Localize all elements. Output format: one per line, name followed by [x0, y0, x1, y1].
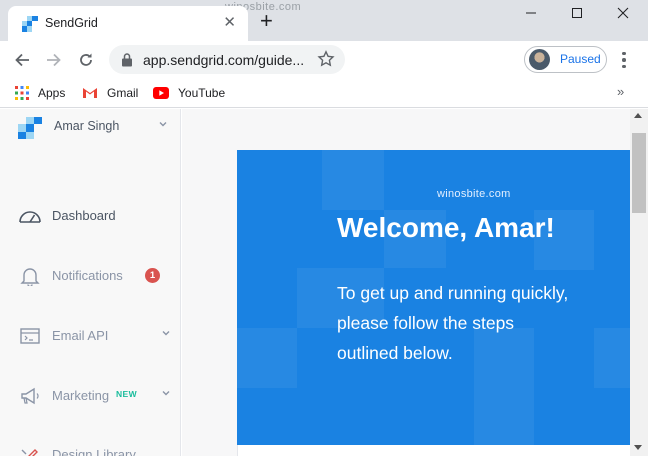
maximize-button[interactable]	[562, 4, 592, 22]
gmail-icon	[83, 88, 97, 98]
welcome-message-line: To get up and running quickly,	[337, 283, 569, 303]
address-bar[interactable]: app.sendgrid.com/guide...	[109, 45, 345, 74]
main-content: winosbite.com Welcome, Amar! To get up a…	[182, 109, 630, 456]
bookmark-youtube-label: YouTube	[178, 86, 226, 100]
sidebar-item-email-api[interactable]: Email API	[18, 324, 178, 348]
window-close-button[interactable]	[608, 4, 638, 22]
minimize-button[interactable]	[516, 4, 546, 22]
welcome-message-line: please follow the steps	[337, 313, 515, 333]
bookmark-apps[interactable]: Apps	[15, 83, 65, 103]
tab-title: SendGrid	[45, 16, 98, 30]
reload-icon	[80, 53, 92, 66]
tab-strip: winosbite.com SendGrid ✕ +	[0, 0, 648, 41]
arrow-right-icon	[47, 53, 61, 67]
account-switcher[interactable]: Amar Singh	[18, 117, 168, 139]
megaphone-icon	[21, 387, 39, 405]
new-tag: NEW	[116, 389, 138, 399]
lock-icon	[122, 53, 132, 67]
account-name: Amar Singh	[54, 119, 120, 133]
welcome-banner: winosbite.com Welcome, Amar! To get up a…	[237, 150, 630, 445]
close-tab-icon[interactable]: ✕	[223, 14, 236, 32]
youtube-icon	[153, 87, 169, 99]
reload-button[interactable]	[74, 48, 98, 72]
back-button[interactable]	[10, 48, 34, 72]
design-tools-icon	[21, 449, 38, 456]
maximize-icon	[572, 8, 582, 18]
page-scrollbar[interactable]	[630, 109, 648, 456]
scroll-up-icon[interactable]	[634, 113, 642, 118]
sidebar-item-label: Dashboard	[52, 208, 116, 223]
scrollbar-thumb[interactable]	[632, 133, 646, 213]
sendgrid-logo-icon	[22, 16, 38, 32]
bell-icon	[20, 268, 40, 286]
sendgrid-logo-icon	[18, 117, 42, 139]
banner-watermark: winosbite.com	[437, 188, 511, 200]
sidebar: Amar Singh Dashboard Notifications 1 Ema…	[0, 109, 181, 456]
bookmark-gmail-label: Gmail	[107, 86, 139, 100]
notification-count-badge: 1	[145, 268, 160, 283]
sidebar-item-label: Marketing	[52, 388, 110, 403]
new-tab-button[interactable]: +	[260, 10, 273, 32]
banner-pattern-tile	[237, 328, 297, 388]
bookmark-star-icon[interactable]	[317, 50, 335, 68]
apps-grid-icon	[15, 86, 29, 100]
sidebar-item-notifications[interactable]: Notifications 1	[18, 264, 178, 288]
chevron-down-icon	[159, 122, 167, 127]
browser-menu-icon[interactable]	[616, 50, 632, 70]
profile-button[interactable]: Paused	[524, 46, 607, 73]
scroll-down-icon[interactable]	[634, 445, 642, 450]
sidebar-item-marketing[interactable]: Marketing NEW	[18, 384, 178, 408]
sidebar-item-label: Notifications	[52, 268, 123, 283]
bookmark-apps-label: Apps	[38, 86, 66, 100]
bookmark-youtube[interactable]: YouTube	[153, 83, 225, 103]
welcome-message-line: outlined below.	[337, 343, 453, 363]
welcome-message: To get up and running quickly, please fo…	[337, 278, 607, 368]
sidebar-item-design-library[interactable]: Design Library	[18, 443, 178, 456]
sidebar-item-label: Design Library	[52, 447, 136, 456]
chevron-down-icon	[162, 391, 170, 396]
profile-status: Paused	[560, 52, 601, 66]
gauge-icon	[19, 211, 41, 223]
avatar	[529, 49, 550, 70]
bookmarks-overflow-icon[interactable]: »	[617, 84, 624, 99]
arrow-left-icon	[15, 53, 29, 67]
bookmarks-bar: Apps Gmail YouTube »	[0, 78, 648, 108]
sidebar-item-label: Email API	[52, 328, 109, 343]
url-text: app.sendgrid.com/guide...	[143, 52, 305, 68]
tab-sendgrid[interactable]: SendGrid ✕	[8, 6, 248, 41]
setup-guide-card	[237, 445, 630, 456]
chevron-down-icon	[162, 331, 170, 336]
browser-toolbar: app.sendgrid.com/guide... Paused	[0, 41, 648, 78]
banner-pattern-tile	[322, 150, 384, 210]
welcome-title: Welcome, Amar!	[337, 212, 555, 243]
bookmark-gmail[interactable]: Gmail	[82, 83, 138, 103]
code-window-icon	[20, 328, 40, 344]
minimize-icon	[526, 12, 536, 14]
sidebar-item-dashboard[interactable]: Dashboard	[18, 204, 178, 228]
close-icon	[617, 7, 629, 19]
forward-button[interactable]	[42, 48, 66, 72]
